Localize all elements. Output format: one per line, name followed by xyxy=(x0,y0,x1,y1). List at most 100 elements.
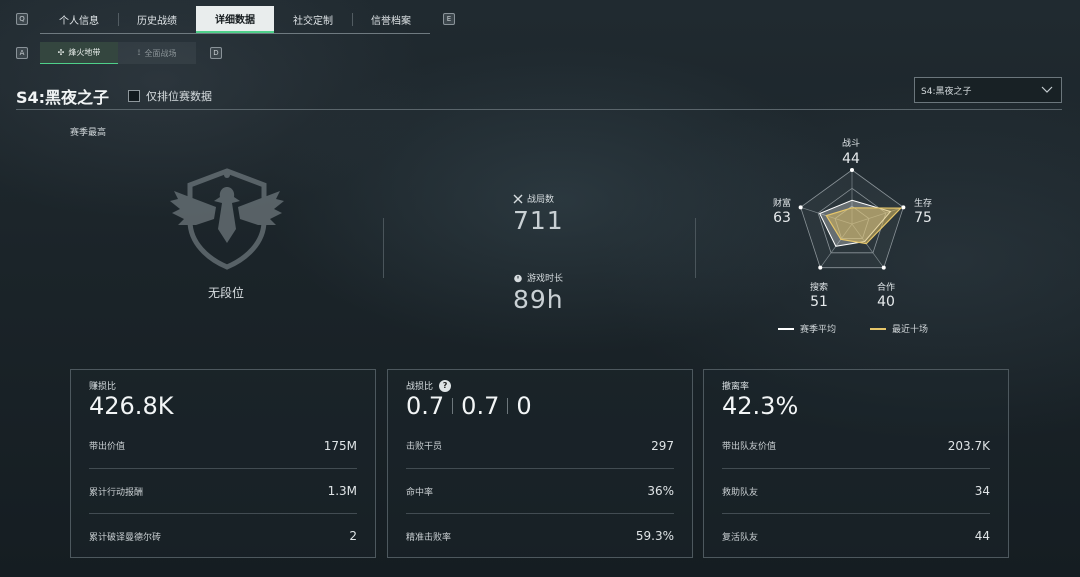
radar-value-survival: 75 xyxy=(914,210,932,226)
playtime-value: 89h xyxy=(513,285,564,314)
key-hint-q: Q xyxy=(16,13,28,25)
matches-label-group: 战局数 xyxy=(513,192,554,205)
battlefield-icon: ⟟ xyxy=(137,48,141,57)
card-big-value: 42.3% xyxy=(722,392,799,420)
matches-label: 战局数 xyxy=(527,195,555,205)
kd-separator xyxy=(507,398,509,414)
radar-vertex-dot xyxy=(818,265,823,270)
card-title-text: 撤离率 xyxy=(722,382,750,392)
row-label: 命中率 xyxy=(406,487,434,498)
stopwatch-icon xyxy=(514,274,522,282)
legend-recent: 最近十场 xyxy=(870,322,928,335)
tab-reputation[interactable]: 信誉档案 xyxy=(352,6,430,33)
card-title-text: 战损比 xyxy=(406,382,434,392)
tab-fire-zone-label: 烽火地带 xyxy=(68,48,101,57)
radar-label-combat: 战斗 xyxy=(841,139,860,149)
radar-vertex-dot xyxy=(901,205,906,210)
card-title: 战损比 ? xyxy=(406,379,452,392)
card-big-value: 426.8K xyxy=(89,392,174,420)
matches-value: 711 xyxy=(513,206,564,235)
row-value: 297 xyxy=(651,438,674,453)
season-select[interactable]: S4:黑夜之子 xyxy=(914,77,1062,103)
kd-values: 0.7 0.7 0 xyxy=(406,392,532,420)
radar-vertex-dot xyxy=(850,168,854,172)
legend-avg-swatch xyxy=(778,327,794,330)
card-row: 救助队友 34 xyxy=(722,468,990,513)
chevron-down-icon xyxy=(1041,86,1053,93)
card-row: 复活队友 44 xyxy=(722,513,990,558)
radar-label-teamwork: 合作 xyxy=(876,283,895,293)
kd-value-3: 0 xyxy=(516,392,532,420)
fire-zone-icon: ✣ xyxy=(57,48,65,57)
season-best-label: 赛季最高 xyxy=(70,128,107,138)
key-hint-d: D xyxy=(210,47,222,59)
row-value: 1.3M xyxy=(327,484,357,498)
radar-label-survival: 生存 xyxy=(913,199,932,209)
row-value: 36% xyxy=(647,484,674,498)
kd-ratio-card: 战损比 ? 0.7 0.7 0 击败干员 297 命中率 36% 精准击败率 5… xyxy=(387,369,693,558)
row-value: 203.7K xyxy=(947,438,990,453)
divider-right xyxy=(695,218,696,278)
key-hint-a: A xyxy=(16,47,28,59)
row-label: 累计破译曼德尔砖 xyxy=(89,532,162,543)
card-title: 赚损比 xyxy=(89,379,116,392)
row-value: 175M xyxy=(323,438,357,453)
row-label: 带出价值 xyxy=(89,442,126,452)
mode-tabs: ✣ 烽火地带 ⟟ 全面战场 xyxy=(40,42,196,64)
row-label: 精准击败率 xyxy=(406,532,452,543)
radar-label-search: 搜索 xyxy=(809,283,828,293)
ranked-only-label: 仅排位赛数据 xyxy=(146,90,212,103)
help-icon[interactable]: ? xyxy=(439,379,452,392)
legend-season-avg: 赛季平均 xyxy=(778,322,836,335)
row-label: 累计行动报酬 xyxy=(89,487,144,498)
row-label: 带出队友价值 xyxy=(722,442,777,452)
tab-fire-zone[interactable]: ✣ 烽火地带 xyxy=(40,42,118,64)
row-label: 击败干员 xyxy=(406,442,443,452)
eagle-emblem-icon xyxy=(170,168,284,270)
row-value: 2 xyxy=(349,529,357,543)
radar-vertex-dot xyxy=(798,205,803,210)
legend-recent-label: 最近十场 xyxy=(892,325,929,335)
radar-value-combat: 44 xyxy=(842,151,860,167)
radar-value-search: 51 xyxy=(810,294,828,310)
radar-value-teamwork: 40 xyxy=(877,294,895,310)
tab-personal-info[interactable]: 个人信息 xyxy=(40,6,118,33)
header-divider xyxy=(16,109,1062,110)
card-row: 累计破译曼德尔砖 2 xyxy=(89,513,357,558)
card-row: 带出队友价值 203.7K xyxy=(722,423,990,468)
kd-separator xyxy=(452,398,454,414)
playtime-label: 游戏时长 xyxy=(527,274,564,284)
card-title-text: 赚损比 xyxy=(89,382,117,392)
card-row: 带出价值 175M xyxy=(89,423,357,468)
season-select-value: S4:黑夜之子 xyxy=(921,86,972,97)
radar-value-wealth: 63 xyxy=(773,210,791,226)
tab-social-custom[interactable]: 社交定制 xyxy=(274,6,352,33)
row-label: 复活队友 xyxy=(722,532,759,543)
kd-value-1: 0.7 xyxy=(406,392,445,420)
playtime-label-group: 游戏时长 xyxy=(513,271,563,284)
radar-label-wealth: 财富 xyxy=(772,199,791,209)
ranked-only-toggle[interactable]: 仅排位赛数据 xyxy=(128,88,212,104)
card-row: 累计行动报酬 1.3M xyxy=(89,468,357,513)
ranked-only-checkbox[interactable] xyxy=(128,90,140,102)
legend-avg-label: 赛季平均 xyxy=(800,325,837,335)
row-value: 44 xyxy=(974,529,990,543)
tab-detailed-data[interactable]: 详细数据 xyxy=(196,6,274,33)
main-tabs: 个人信息 历史战绩 详细数据 社交定制 信誉档案 xyxy=(40,6,430,34)
card-title: 撤离率 xyxy=(722,379,749,392)
profit-ratio-card: 赚损比 426.8K 带出价值 175M 累计行动报酬 1.3M 累计破译曼德尔… xyxy=(70,369,376,558)
tab-battlefield-label: 全面战场 xyxy=(144,48,177,58)
extraction-rate-card: 撤离率 42.3% 带出队友价值 203.7K 救助队友 34 复活队友 44 xyxy=(703,369,1009,558)
season-title: S4:黑夜之子 xyxy=(16,88,110,107)
row-label: 救助队友 xyxy=(722,487,759,498)
legend-recent-swatch xyxy=(870,327,886,330)
tab-battlefield[interactable]: ⟟ 全面战场 xyxy=(118,42,196,64)
key-hint-e: E xyxy=(443,13,455,25)
radar-vertex-dot xyxy=(881,265,886,270)
card-row: 命中率 36% xyxy=(406,468,674,513)
card-row: 击败干员 297 xyxy=(406,423,674,468)
season-best-rank: 无段位 xyxy=(207,286,244,300)
tab-history[interactable]: 历史战绩 xyxy=(118,6,196,33)
crossed-swords-icon xyxy=(513,194,523,203)
row-value: 34 xyxy=(974,484,990,498)
